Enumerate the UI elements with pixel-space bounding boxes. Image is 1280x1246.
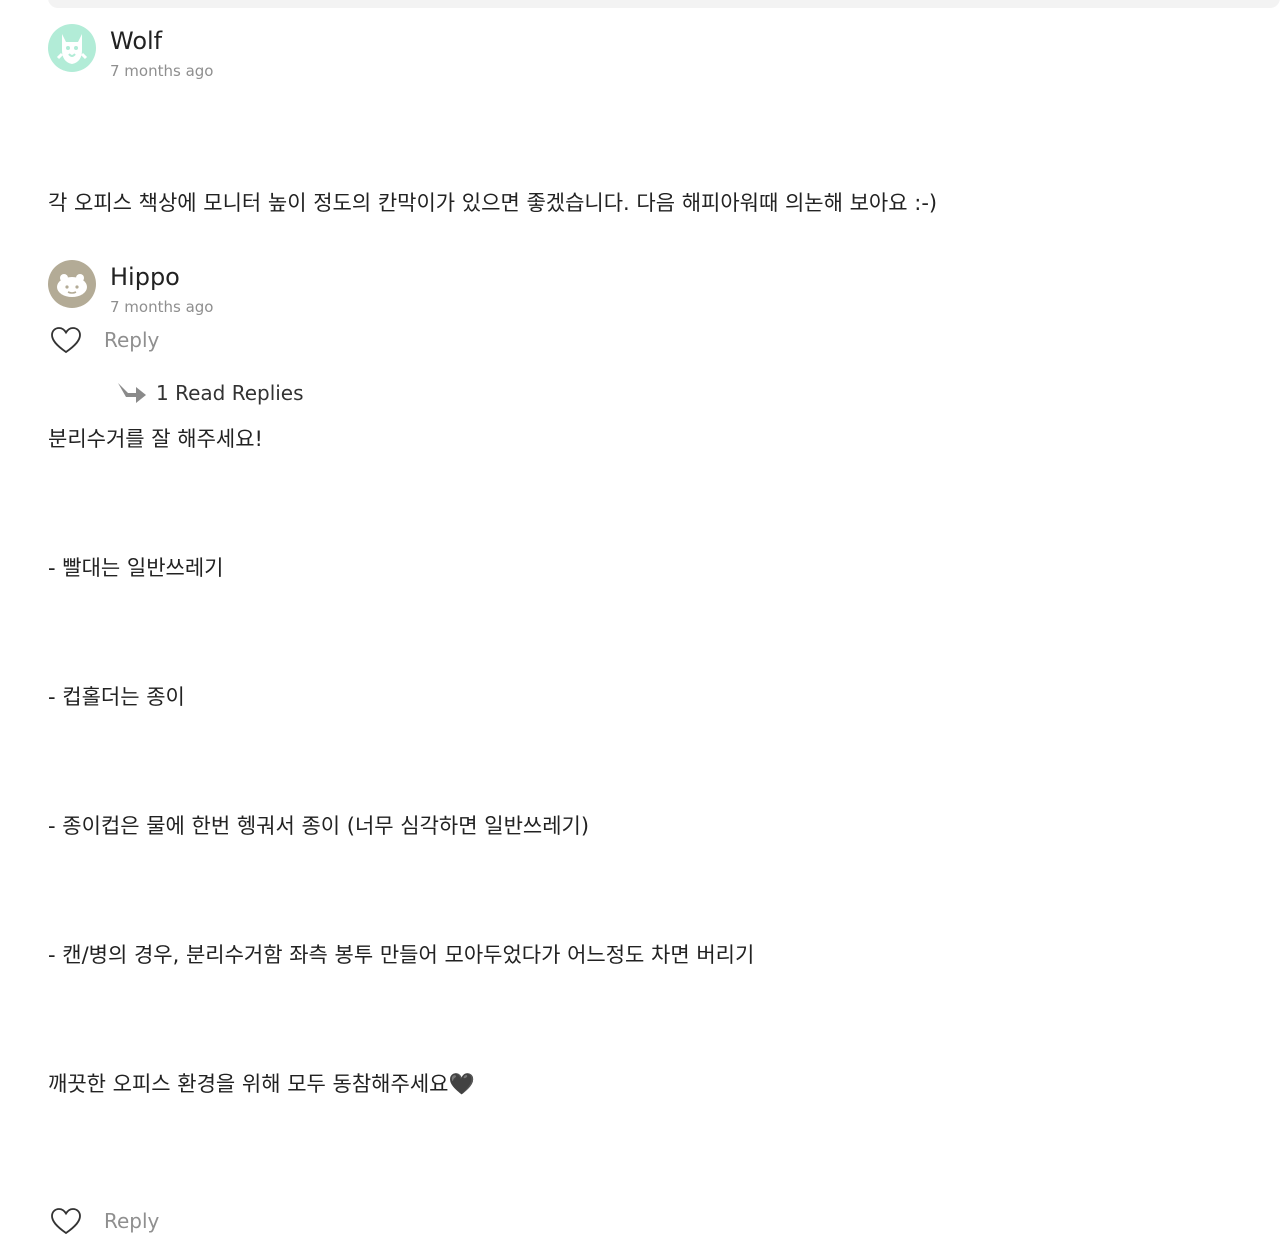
hippo-avatar-icon[interactable] [48,260,96,308]
comment-item: Hippo 7 months ago 분리수거를 잘 해주세요! - 빨대는 일… [48,260,1256,1246]
comment-header: Hippo 7 months ago [48,260,1256,320]
comment-line: - 컵홀더는 종이 [48,685,185,709]
author-name[interactable]: Wolf [110,26,162,56]
comment-timestamp: 7 months ago [110,62,214,80]
comment-line: 깨끗한 오피스 환경을 위해 모두 동참해주세요🖤 [48,1072,475,1096]
comment-header: Wolf 7 months ago [48,24,1256,84]
author-name[interactable]: Hippo [110,262,180,292]
comment-line: 분리수거를 잘 해주세요! [48,427,263,451]
heart-icon[interactable] [50,1206,82,1238]
comment-line: - 빨대는 일반쓰레기 [48,556,224,580]
comment-line: - 캔/병의 경우, 분리수거함 좌측 봉투 만들어 모아두었다가 어느정도 차… [48,943,755,967]
previous-section-edge [48,0,1280,8]
comment-line: 각 오피스 책상에 모니터 높이 정도의 칸막이가 있으면 좋겠습니다. 다음 … [48,191,938,215]
comment-line: - 종이컵은 물에 한번 헹궈서 종이 (너무 심각하면 일반쓰레기) [48,814,590,838]
reply-button[interactable]: Reply [104,1209,159,1233]
wolf-avatar-icon[interactable] [48,24,96,72]
comment-timestamp: 7 months ago [110,298,214,316]
comment-actions: Reply [48,1206,1256,1246]
comment-body: 분리수거를 잘 해주세요! - 빨대는 일반쓰레기 - 컵홀더는 종이 - 종이… [48,332,1256,1192]
